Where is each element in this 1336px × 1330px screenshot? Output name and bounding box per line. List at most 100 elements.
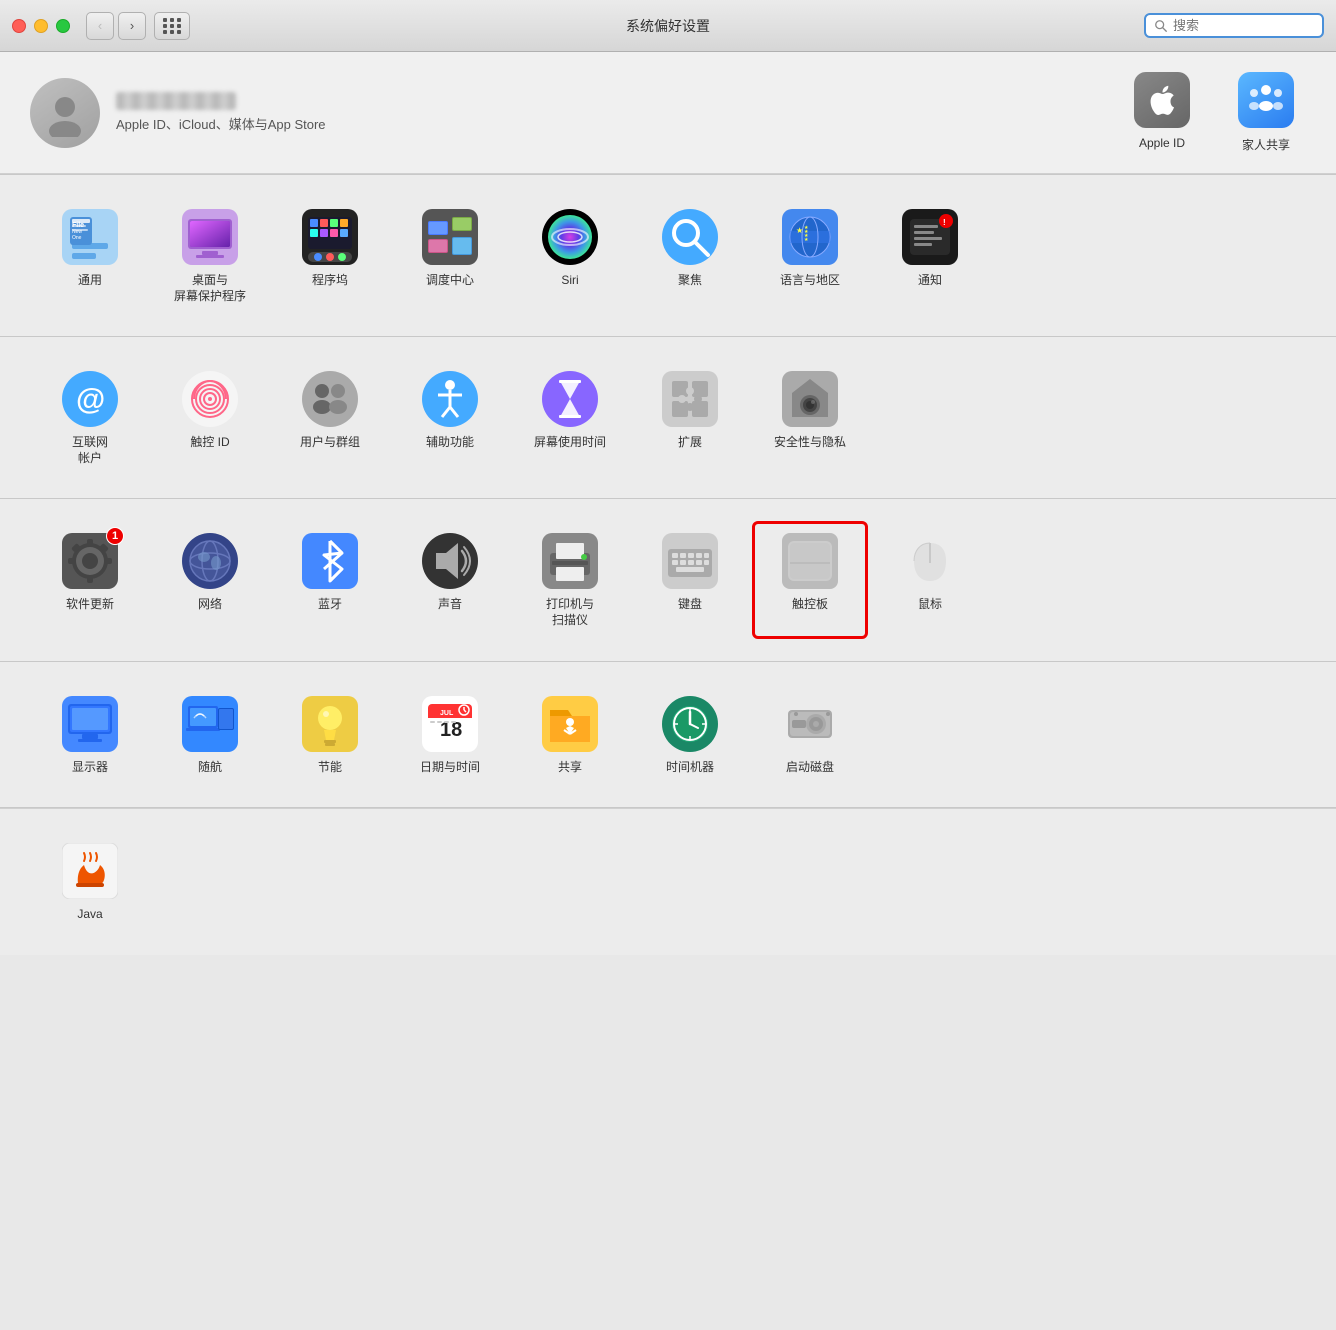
touch-id-icon (182, 371, 238, 427)
pref-startup-disk[interactable]: 启动磁盘 (750, 682, 870, 788)
svg-text:!: ! (943, 218, 946, 227)
mission-control-icon-img (420, 207, 480, 267)
date-time-icon-img: JUL 18 (420, 694, 480, 754)
pref-time-machine[interactable]: 时间机器 (630, 682, 750, 788)
displays-label: 显示器 (72, 760, 108, 776)
svg-text:JUL: JUL (440, 710, 454, 717)
pref-users-groups[interactable]: 用户与群组 (270, 357, 390, 478)
sidecar-label: 随航 (198, 760, 222, 776)
pref-mission-control[interactable]: 调度中心 (390, 195, 510, 316)
screen-time-icon-img (540, 369, 600, 429)
forward-button[interactable]: › (118, 12, 146, 40)
dock-label: 程序坞 (312, 273, 348, 289)
screen-time-label: 屏幕使用时间 (534, 435, 606, 451)
sound-icon (422, 533, 478, 589)
nav-buttons: ‹ › (86, 12, 146, 40)
family-sharing-item[interactable]: 家人共享 (1226, 72, 1306, 153)
bluetooth-icon (302, 533, 358, 589)
startup-disk-icon-img (780, 694, 840, 754)
pref-touch-id[interactable]: 触控 ID (150, 357, 270, 478)
pref-java[interactable]: Java (30, 829, 150, 935)
pref-security-privacy[interactable]: 安全性与隐私 (750, 357, 870, 478)
sidecar-icon (182, 696, 238, 752)
mouse-icon-img (900, 531, 960, 591)
pref-internet-accounts[interactable]: @ 互联网帐户 (30, 357, 150, 478)
pref-printers-scanners[interactable]: 打印机与扫描仪 (510, 519, 630, 640)
notifications-label: 通知 (918, 273, 942, 289)
pref-general[interactable]: File New One 通用 (30, 195, 150, 316)
pref-software-update[interactable]: 1 软件更新 (30, 519, 150, 640)
users-groups-label: 用户与群组 (300, 435, 360, 451)
user-left: Apple ID、iCloud、媒体与App Store (30, 78, 326, 148)
username-blurred (116, 92, 236, 110)
pref-extensions[interactable]: 扩展 (630, 357, 750, 478)
date-time-label: 日期与时间 (420, 760, 480, 776)
notifications-icon: ! (902, 209, 958, 265)
software-update-icon-img: 1 (60, 531, 120, 591)
printers-scanners-label: 打印机与扫描仪 (546, 597, 594, 628)
back-button[interactable]: ‹ (86, 12, 114, 40)
family-sharing-icon-box (1238, 72, 1294, 128)
svg-text:File: File (72, 222, 84, 229)
pref-trackpad[interactable]: 触控板 (750, 519, 870, 640)
pref-date-time[interactable]: JUL 18 日期与时间 (390, 682, 510, 788)
icons-row-hardware: 1 软件更新 (30, 519, 1306, 640)
user-right-icons: Apple ID 家人共享 (1122, 72, 1306, 153)
pref-sidecar[interactable]: 随航 (150, 682, 270, 788)
siri-label: Siri (561, 273, 578, 289)
pref-notifications[interactable]: ! 通知 (870, 195, 990, 316)
internet-accounts-label: 互联网帐户 (72, 435, 108, 466)
pref-network[interactable]: 网络 (150, 519, 270, 640)
icons-row-system: 显示器 (30, 682, 1306, 788)
pref-bluetooth[interactable]: 蓝牙 (270, 519, 390, 640)
security-privacy-icon-img (780, 369, 840, 429)
minimize-button[interactable] (34, 19, 48, 33)
displays-icon (62, 696, 118, 752)
date-time-icon: JUL 18 (422, 696, 478, 752)
avatar[interactable] (30, 78, 100, 148)
pref-dock[interactable]: 程序坞 (270, 195, 390, 316)
section-internet: @ 互联网帐户 (0, 337, 1336, 498)
user-info: Apple ID、iCloud、媒体与App Store (116, 92, 326, 133)
pref-mouse[interactable]: 鼠标 (870, 519, 990, 640)
close-button[interactable] (12, 19, 26, 33)
pref-sharing[interactable]: 共享 (510, 682, 630, 788)
apple-id-item[interactable]: Apple ID (1122, 72, 1202, 150)
pref-energy-saver[interactable]: 节能 (270, 682, 390, 788)
siri-icon (542, 209, 598, 265)
accessibility-icon-img (420, 369, 480, 429)
sound-label: 声音 (438, 597, 462, 613)
internet-accounts-icon: @ (62, 371, 118, 427)
search-box[interactable] (1144, 13, 1324, 38)
accessibility-icon (422, 371, 478, 427)
search-input[interactable] (1173, 18, 1314, 33)
touch-id-icon-img (180, 369, 240, 429)
maximize-button[interactable] (56, 19, 70, 33)
mission-control-label: 调度中心 (426, 273, 474, 289)
keyboard-icon (662, 533, 718, 589)
pref-displays[interactable]: 显示器 (30, 682, 150, 788)
pref-keyboard[interactable]: 键盘 (630, 519, 750, 640)
time-machine-label: 时间机器 (666, 760, 714, 776)
pref-accessibility[interactable]: 辅助功能 (390, 357, 510, 478)
startup-disk-icon (782, 696, 838, 752)
pref-language-region[interactable]: ★ ★ ★ ★ ★ 语言与地区 (750, 195, 870, 316)
pref-sound[interactable]: 声音 (390, 519, 510, 640)
java-icon-img (60, 841, 120, 901)
svg-text:★: ★ (804, 237, 809, 243)
pref-desktop-screensaver[interactable]: 桌面与屏幕保护程序 (150, 195, 270, 316)
security-privacy-label: 安全性与隐私 (774, 435, 846, 451)
window-title: 系统偏好设置 (626, 16, 710, 36)
pref-spotlight[interactable]: 聚焦 (630, 195, 750, 316)
icons-row-internet: @ 互联网帐户 (30, 357, 1306, 478)
search-icon (1154, 19, 1168, 33)
network-icon-img (180, 531, 240, 591)
time-machine-icon (662, 696, 718, 752)
section-hardware: 1 软件更新 (0, 499, 1336, 660)
printers-scanners-icon (542, 533, 598, 589)
grid-view-button[interactable] (154, 12, 190, 40)
icons-row-general: File New One 通用 (30, 195, 1306, 316)
pref-screen-time[interactable]: 屏幕使用时间 (510, 357, 630, 478)
pref-siri[interactable]: Siri (510, 195, 630, 316)
accessibility-label: 辅助功能 (426, 435, 474, 451)
